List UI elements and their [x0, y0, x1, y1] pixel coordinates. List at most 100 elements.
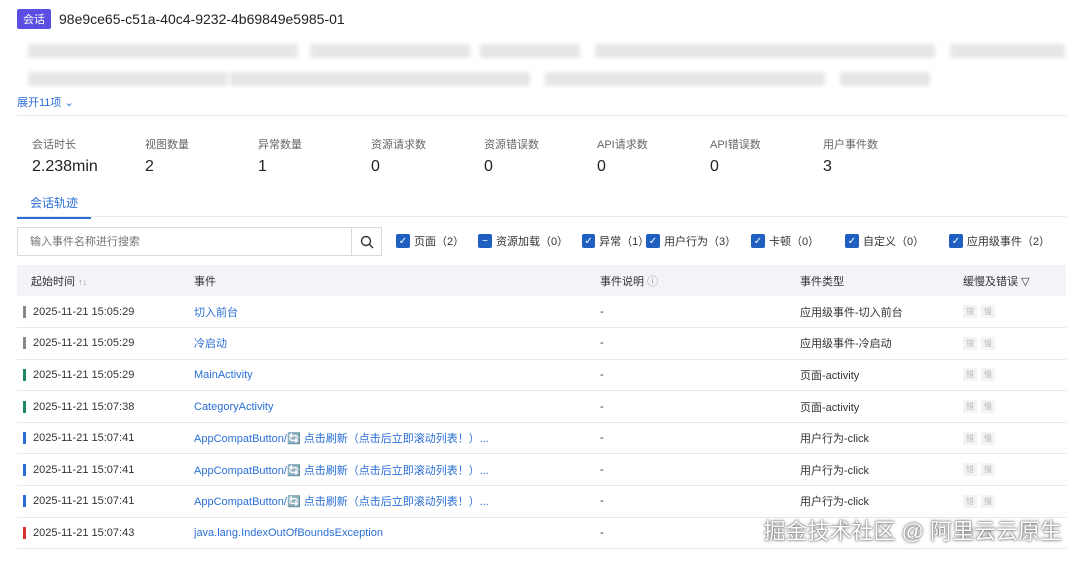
error-tag: 错 — [963, 494, 977, 508]
stat-value: 0 — [484, 158, 493, 175]
table-row[interactable]: 2025-11-21 15:05:29 切入前台 - 应用级事件-切入前台错慢 — [17, 296, 1066, 329]
event-desc: - — [600, 422, 800, 455]
error-tag: 错 — [963, 400, 977, 414]
table-row[interactable]: 2025-11-21 15:05:29 冷启动 - 应用级事件-冷启动错慢 — [17, 327, 1066, 360]
event-desc: - — [600, 390, 800, 423]
table-row[interactable]: 2025-11-21 15:07:38 CategoryActivity - 页面-a… — [17, 390, 1066, 423]
event-type-filters: ✓ 页面（2） − 资源加载（0） ✓ 异常（1） ✓ 用户行为（3） ✓ 卡顿（0） ✓ 自定义（0… — [396, 233, 1050, 249]
stat-value: 1 — [258, 158, 267, 175]
error-tag: 错 — [963, 336, 977, 350]
event-color-bar — [23, 495, 26, 508]
event-link[interactable]: AppCompatButton/🔄 点击刷新（点击后立即滚动列表！）... — [194, 453, 600, 487]
checkbox-icon: ✓ — [582, 234, 596, 248]
search-input[interactable] — [18, 228, 351, 255]
checkbox-icon: ✓ — [949, 234, 963, 248]
session-header: 会话 98e9ce65-c51a-40c4-9232-4b69849e5985-… — [17, 9, 345, 29]
stat-item: 资源请求数 0 — [371, 136, 484, 176]
table-row[interactable]: 2025-11-21 15:07:41 AppCompatButton/🔄 点击刷… — [17, 422, 1066, 455]
slow-tag: 慢 — [981, 463, 995, 477]
filter-checkbox[interactable]: − 资源加载（0） — [478, 233, 582, 249]
checkbox-icon: ✓ — [845, 234, 859, 248]
event-desc: - — [600, 453, 800, 487]
stat-item: API错误数 0 — [710, 136, 823, 176]
search-button[interactable] — [351, 228, 381, 255]
event-time: 2025-11-21 15:07:41 — [33, 432, 135, 445]
col-event: 事件 — [194, 265, 600, 296]
event-color-bar — [23, 369, 26, 382]
event-desc: - — [600, 359, 800, 392]
event-time: 2025-11-21 15:05:29 — [33, 305, 135, 318]
event-link[interactable]: java.lang.IndexOutOfBoundsException — [194, 517, 600, 550]
stat-value: 2 — [145, 158, 154, 175]
event-search — [17, 227, 382, 256]
event-link[interactable]: 冷启动 — [194, 327, 600, 360]
divider — [17, 216, 1066, 217]
filter-label: 应用级事件（2） — [966, 236, 1050, 248]
event-color-bar — [23, 400, 26, 413]
event-link[interactable]: CategoryActivity — [194, 390, 600, 423]
event-type: 用户行为-click — [800, 485, 963, 518]
col-time[interactable]: 起始时间 ↑↓ — [17, 265, 194, 296]
event-color-bar — [23, 337, 26, 350]
filter-checkbox[interactable]: ✓ 异常（1） — [582, 233, 650, 249]
event-time: 2025-11-21 15:07:41 — [33, 463, 135, 476]
event-desc: - — [600, 296, 800, 329]
table-row[interactable]: 2025-11-21 15:07:41 AppCompatButton/🔄 点击刷… — [17, 453, 1066, 487]
table-row[interactable]: 2025-11-21 15:07:41 AppCompatButton/🔄 点击刷… — [17, 485, 1066, 518]
stat-item: 资源错误数 0 — [484, 136, 597, 176]
stat-label: 异常数量 — [258, 139, 302, 151]
stat-label: 资源错误数 — [484, 139, 539, 151]
slow-tag: 慢 — [981, 305, 995, 319]
filter-checkbox[interactable]: ✓ 应用级事件（2） — [949, 233, 1050, 249]
event-time: 2025-11-21 15:07:43 — [33, 526, 135, 539]
divider — [17, 115, 1066, 116]
session-badge: 会话 — [17, 9, 51, 29]
filter-label: 用户行为（3） — [664, 236, 737, 248]
event-color-bar — [23, 463, 26, 476]
filter-checkbox[interactable]: ✓ 页面（2） — [396, 233, 478, 249]
checkbox-icon: ✓ — [396, 234, 410, 248]
stat-item: 异常数量 1 — [258, 136, 371, 176]
event-link[interactable]: AppCompatButton/🔄 点击刷新（点击后立即滚动列表！）... — [194, 485, 600, 518]
filter-checkbox[interactable]: ✓ 卡顿（0） — [751, 233, 845, 249]
event-type: 用户行为-click — [800, 453, 963, 487]
stat-value: 0 — [371, 158, 380, 175]
stat-label: 视图数量 — [145, 139, 189, 151]
stat-item: API请求数 0 — [597, 136, 710, 176]
event-type: 用户行为-click — [800, 422, 963, 455]
help-icon: ⓘ — [647, 275, 659, 288]
event-link[interactable]: 切入前台 — [194, 296, 600, 329]
filter-checkbox[interactable]: ✓ 用户行为（3） — [646, 233, 751, 249]
slow-tag: 慢 — [981, 368, 995, 382]
event-type: 页面-activity — [800, 359, 963, 392]
stat-label: API请求数 — [597, 139, 648, 151]
slow-tag: 慢 — [981, 431, 995, 445]
session-id: 98e9ce65-c51a-40c4-9232-4b69849e5985-01 — [59, 11, 345, 27]
search-icon — [360, 235, 373, 248]
event-time: 2025-11-21 15:07:38 — [33, 400, 135, 413]
filter-label: 卡顿（0） — [769, 236, 820, 248]
col-slow-error[interactable]: 缓慢及错误 ▽ — [963, 265, 1066, 296]
stat-item: 视图数量 2 — [145, 136, 258, 176]
event-time: 2025-11-21 15:07:41 — [33, 495, 135, 508]
event-time: 2025-11-21 15:05:29 — [33, 337, 135, 350]
error-tag: 错 — [963, 305, 977, 319]
stat-item: 会话时长 2.238min — [32, 136, 145, 176]
event-link[interactable]: AppCompatButton/🔄 点击刷新（点击后立即滚动列表！）... — [194, 422, 600, 455]
stat-label: API错误数 — [710, 139, 761, 151]
filter-icon: ▽ — [1021, 275, 1030, 288]
event-type: 页面-activity — [800, 390, 963, 423]
expand-attributes-link[interactable]: 展开11项 ⌄ — [17, 94, 74, 110]
event-color-bar — [23, 432, 26, 445]
filter-checkbox[interactable]: ✓ 自定义（0） — [845, 233, 949, 249]
slow-tag: 慢 — [981, 336, 995, 350]
event-color-bar — [23, 527, 26, 539]
filter-label: 页面（2） — [414, 236, 465, 248]
event-type: 应用级事件-切入前台 — [800, 296, 963, 329]
stat-label: 资源请求数 — [371, 139, 426, 151]
event-link[interactable]: MainActivity — [194, 359, 600, 392]
event-table: 起始时间 ↑↓ 事件 事件说明 ⓘ 事件类型 缓慢及错误 ▽ 2025-11-2… — [17, 265, 1066, 550]
table-row[interactable]: 2025-11-21 15:05:29 MainActivity - 页面-activ… — [17, 359, 1066, 392]
filter-label: 异常（1） — [599, 236, 650, 248]
event-desc: - — [600, 485, 800, 518]
